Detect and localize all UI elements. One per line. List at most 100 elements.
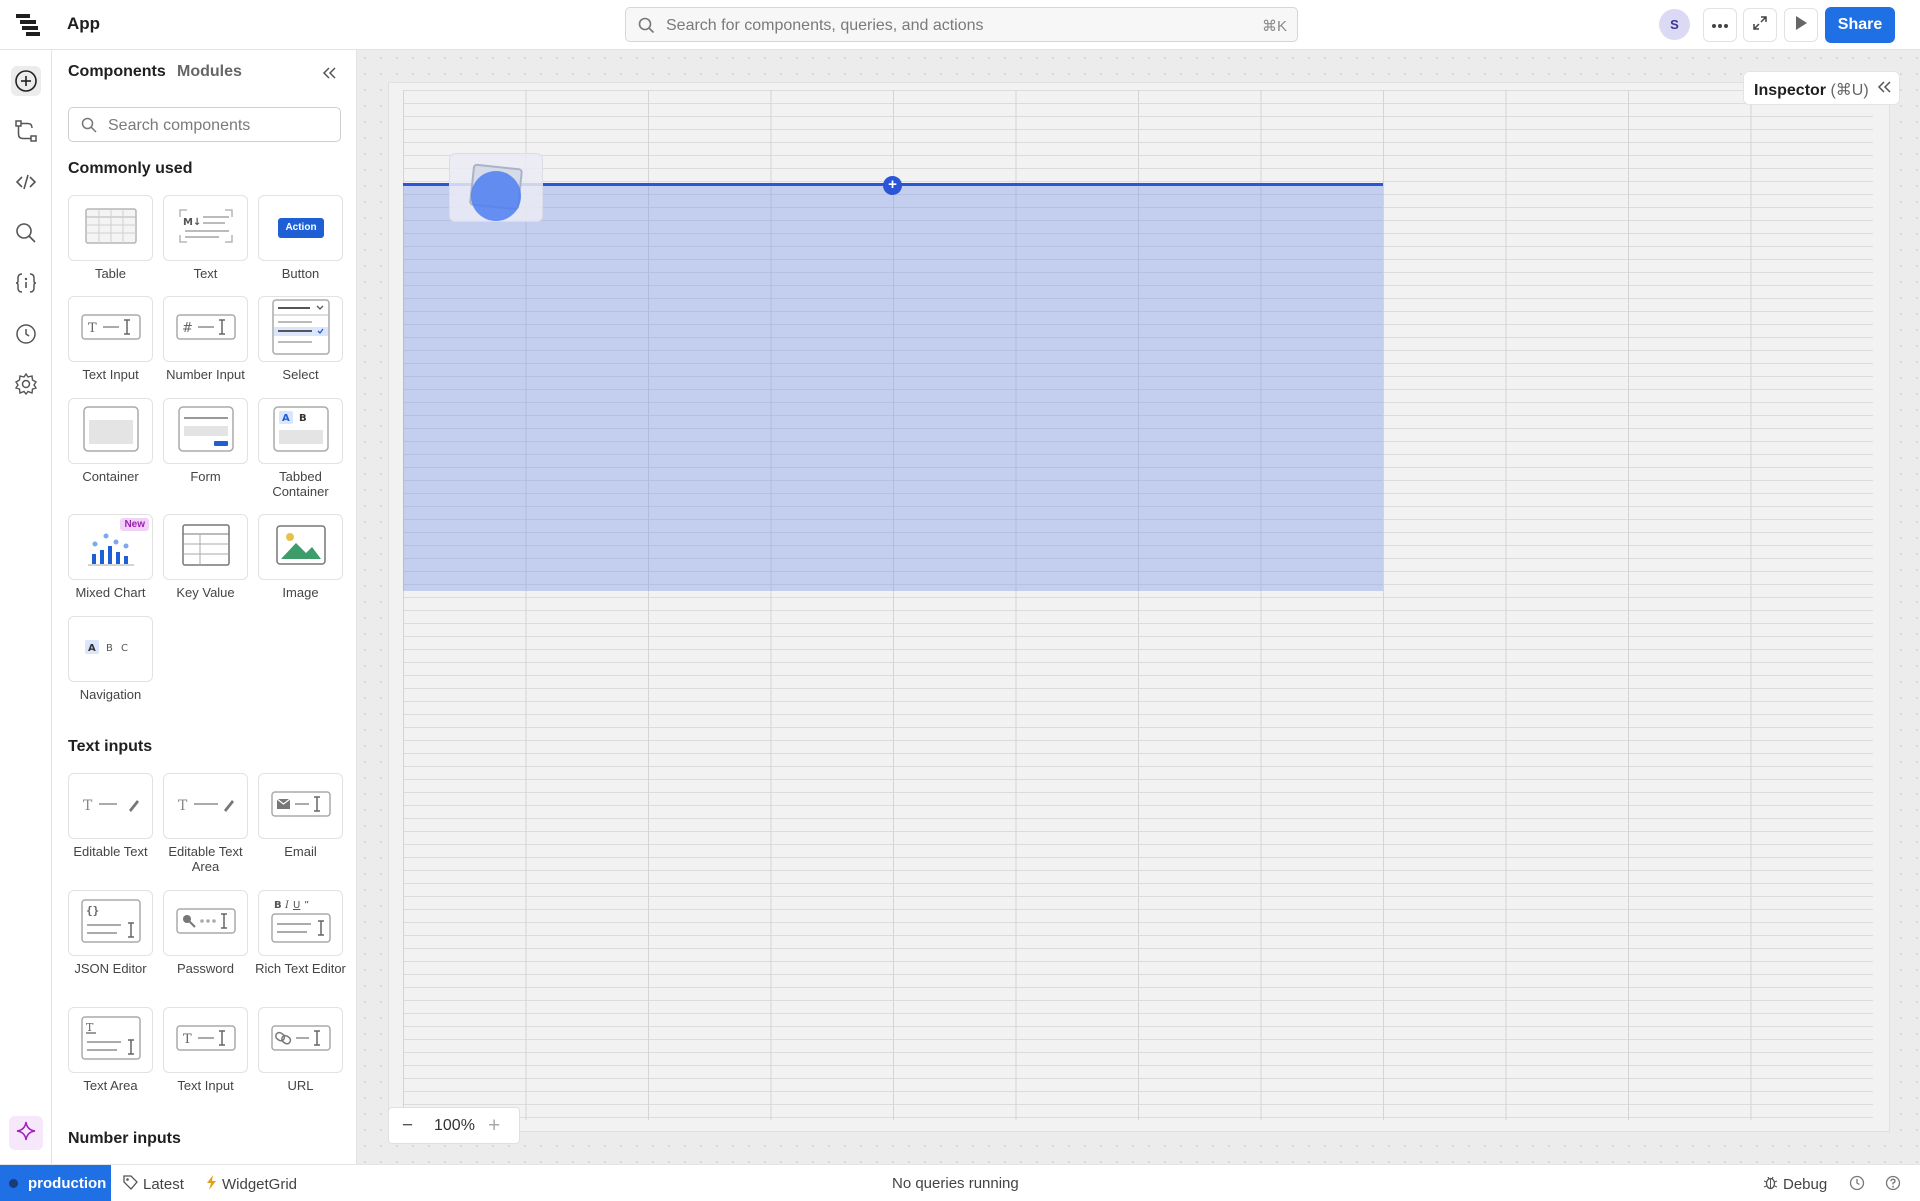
history-icon[interactable]	[1849, 1175, 1865, 1195]
search-icon	[638, 17, 655, 39]
component-tile-button[interactable]: Action	[258, 195, 343, 261]
search-icon[interactable]	[11, 218, 41, 248]
svg-text:B: B	[106, 643, 113, 654]
bug-icon	[1763, 1175, 1778, 1194]
component-tile-tabbed-container[interactable]: AB	[258, 398, 343, 464]
component-label: Email	[284, 844, 317, 859]
help-icon[interactable]	[1885, 1175, 1901, 1195]
lightning-icon	[206, 1175, 217, 1194]
component-tile-email[interactable]	[258, 773, 343, 839]
component-tile-url[interactable]	[258, 1007, 343, 1073]
component-tile-number-input[interactable]: #	[163, 296, 248, 362]
component-label: Editable Text	[73, 844, 148, 859]
component-tile-json-editor[interactable]: {}	[68, 890, 153, 956]
share-button[interactable]: Share	[1825, 7, 1895, 43]
insert-plus-icon: +	[883, 176, 902, 195]
search-shortcut: ⌘K	[1261, 18, 1287, 35]
code-icon[interactable]	[11, 167, 41, 197]
component-label: Select	[282, 367, 319, 382]
component-label: Text Area	[83, 1078, 138, 1093]
svg-text:T: T	[83, 798, 93, 814]
form-icon	[177, 405, 234, 457]
tabbed-container-icon: AB	[272, 405, 329, 457]
component-tile-text[interactable]: M↓	[163, 195, 248, 261]
component-tile-table[interactable]	[68, 195, 153, 261]
component-label: Tabbed Container	[272, 469, 329, 499]
component-label: URL	[287, 1078, 314, 1093]
chevrons-left-icon	[1877, 80, 1891, 98]
preview-button[interactable]	[1784, 8, 1818, 42]
zoom-level[interactable]: 100%	[434, 1117, 475, 1135]
component-tile-key-value[interactable]	[163, 514, 248, 580]
text-input-icon: T	[175, 1024, 236, 1056]
component-tile-form[interactable]	[163, 398, 248, 464]
more-options-button[interactable]	[1703, 8, 1737, 42]
svg-text:U: U	[293, 900, 300, 911]
svg-text:”: ”	[304, 900, 309, 911]
svg-text:T: T	[86, 1021, 94, 1034]
inspector-toggle-button[interactable]: Inspector (⌘U)	[1743, 71, 1900, 105]
component-tile-password[interactable]	[163, 890, 248, 956]
component-tile-mixed-chart[interactable]: New	[68, 514, 153, 580]
image-icon	[275, 524, 326, 570]
environment-selector[interactable]: production	[0, 1165, 111, 1201]
zoom-in-button[interactable]: +	[488, 1114, 500, 1138]
component-label: Mixed Chart	[75, 585, 146, 600]
settings-gear-icon[interactable]	[11, 369, 41, 399]
component-label: Text	[193, 266, 218, 281]
component-tile-text-input[interactable]: T	[68, 296, 153, 362]
zoom-out-button[interactable]: −	[402, 1115, 413, 1137]
fullscreen-button[interactable]	[1743, 8, 1777, 42]
svg-text:B: B	[274, 900, 282, 911]
component-label: Editable Text Area	[168, 844, 243, 874]
component-tile-editable-text[interactable]: T	[68, 773, 153, 839]
debug-label: Debug	[1783, 1176, 1828, 1193]
app-title[interactable]: App	[67, 14, 100, 34]
more-icon	[1711, 16, 1729, 34]
editable-text-area-icon: T	[176, 794, 236, 819]
status-bar: production Latest WidgetGrid No queries …	[0, 1164, 1920, 1201]
component-search-input[interactable]: Search components	[68, 107, 341, 142]
debug-button[interactable]: Debug	[1763, 1175, 1827, 1194]
tab-modules[interactable]: Modules	[177, 63, 242, 81]
search-icon	[81, 117, 97, 138]
component-tile-text-area[interactable]: T	[68, 1007, 153, 1073]
email-icon	[270, 790, 331, 822]
version-selector[interactable]: Latest	[123, 1175, 184, 1194]
svg-text:#: #	[182, 321, 193, 336]
component-label: Text Input	[177, 1078, 234, 1093]
component-tile-editable-text-area[interactable]: T	[163, 773, 248, 839]
component-label: JSON Editor	[74, 961, 147, 976]
environment-label: production	[28, 1175, 107, 1192]
play-icon	[1794, 15, 1808, 36]
component-tile-rich-text-editor[interactable]: B I U ”	[258, 890, 343, 956]
collapse-panel-icon[interactable]	[322, 66, 336, 84]
workflow-icon[interactable]	[11, 116, 41, 146]
state-variables-icon[interactable]	[11, 268, 41, 298]
dragged-component-ghost[interactable]	[449, 153, 543, 222]
search-placeholder: Search for components, queries, and acti…	[666, 17, 984, 34]
add-component-icon[interactable]	[11, 66, 41, 96]
svg-text:M↓: M↓	[183, 217, 201, 228]
tab-components[interactable]: Components	[68, 63, 166, 81]
json-editor-icon: {}	[80, 898, 141, 948]
component-tile-image[interactable]	[258, 514, 343, 580]
component-label: Button	[281, 266, 320, 281]
component-label: Image	[282, 585, 319, 600]
user-avatar[interactable]: S	[1659, 9, 1690, 40]
component-tile-navigation[interactable]: ABC	[68, 616, 153, 682]
component-tile-select[interactable]	[258, 296, 343, 362]
component-tile-container[interactable]	[68, 398, 153, 464]
component-label: Password	[176, 961, 235, 976]
container-icon	[82, 405, 139, 457]
command-search-input[interactable]: Search for components, queries, and acti…	[625, 7, 1298, 42]
component-label: Key Value	[176, 585, 235, 600]
component-tile-text-input-2[interactable]: T	[163, 1007, 248, 1073]
component-label: Rich Text Editor	[255, 961, 346, 976]
ai-assist-button[interactable]	[9, 1116, 43, 1150]
version-label: Latest	[143, 1176, 184, 1193]
branch-selector[interactable]: WidgetGrid	[206, 1175, 297, 1194]
retool-logo-icon[interactable]	[16, 14, 40, 36]
history-icon[interactable]	[11, 319, 41, 349]
key-value-icon	[181, 523, 230, 571]
